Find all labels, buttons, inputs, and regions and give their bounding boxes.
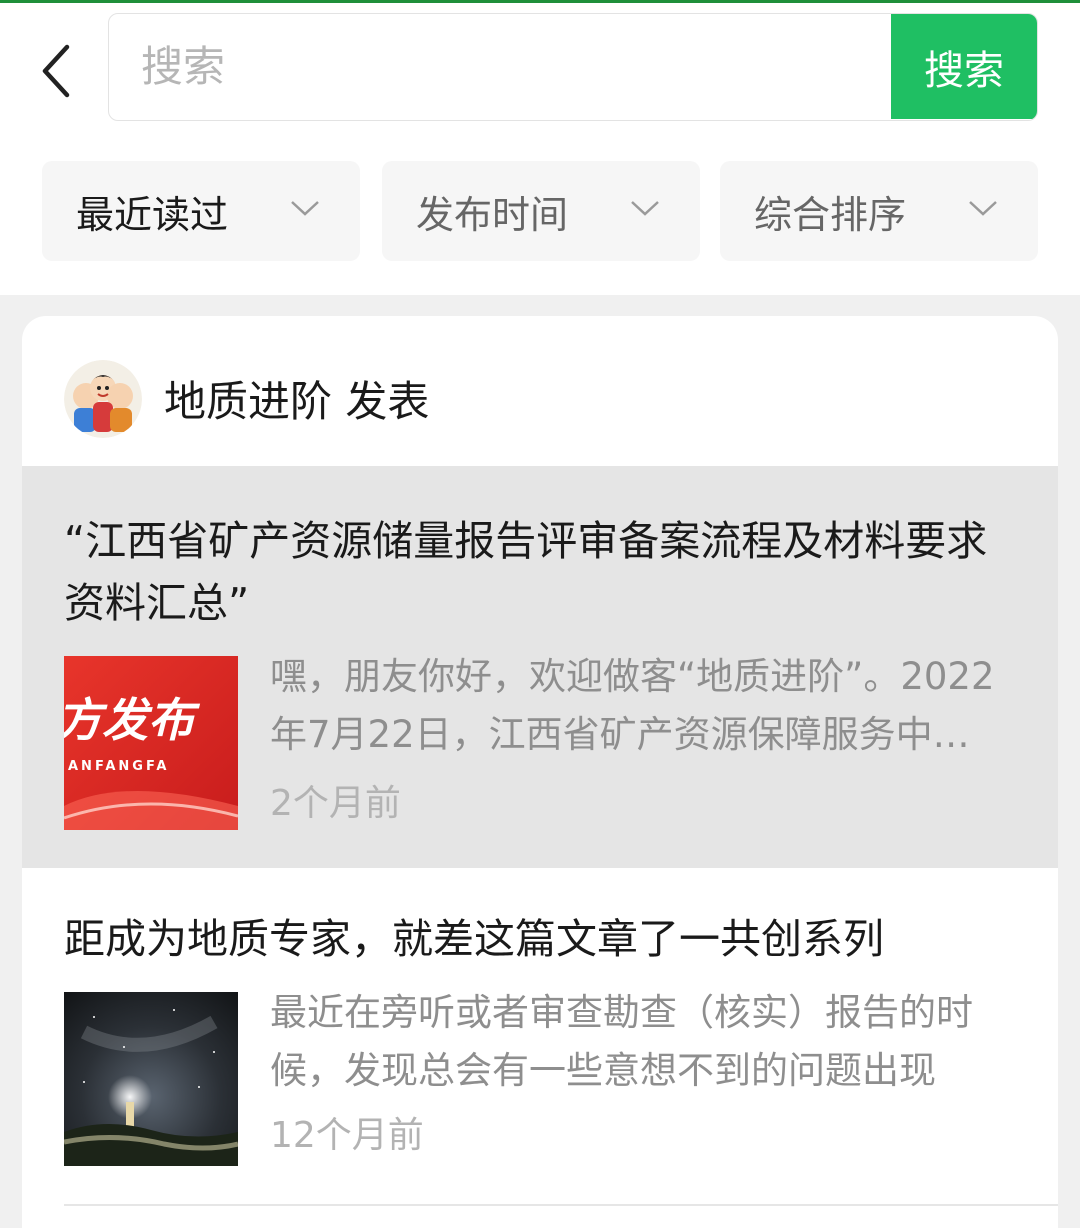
filter-publish-time[interactable]: 发布时间 — [382, 161, 700, 261]
result-card: 地质进阶 发表 “江西省矿产资源储量报告评审备案流程及材料要求资料汇总” 方发布… — [22, 316, 1058, 1228]
news-banner-image: 方发布 ANFANGFA — [64, 656, 238, 830]
article-summary: 最近在旁听或者审查勘查（核实）报告的时候，发现总会有一些意想不到的问题出现 — [270, 991, 973, 1092]
article-summary: 嘿，朋友你好，欢迎做客“地质进阶”。2022年7月22日，江西省矿产资源保障服务… — [270, 655, 995, 756]
article-thumbnail — [64, 992, 238, 1166]
article-title: 距成为地质专家，就差这篇文章了一共创系列 — [64, 915, 884, 963]
article-item[interactable]: “江西省矿产资源储量报告评审备案流程及材料要求资料汇总” 方发布 ANFANGF… — [22, 466, 1058, 868]
author-name: 地质进阶 发表 — [164, 377, 430, 426]
chevron-down-icon — [631, 201, 659, 216]
search-button[interactable]: 搜索 — [891, 14, 1037, 119]
search-header: 搜索 最近读过 发布时间 综合排序 — [0, 3, 1080, 295]
chevron-down-icon — [969, 201, 997, 216]
filter-bar: 最近读过 发布时间 综合排序 — [42, 161, 1038, 261]
back-button[interactable] — [28, 33, 84, 109]
article-title: “江西省矿产资源储量报告评审备案流程及材料要求资料汇总” — [64, 517, 988, 627]
svg-text:方发布: 方发布 — [64, 693, 201, 747]
filter-recently-read[interactable]: 最近读过 — [42, 161, 360, 261]
article-item[interactable]: 距成为地质专家，就差这篇文章了一共创系列 最近在旁听或者审查勘查（核实）报告的时… — [22, 868, 1058, 1208]
article-thumbnail: 方发布 ANFANGFA — [64, 656, 238, 830]
search-bar: 搜索 — [108, 13, 1038, 121]
avatar — [64, 360, 142, 438]
chevron-left-icon — [42, 44, 70, 98]
filter-sort[interactable]: 综合排序 — [720, 161, 1038, 261]
divider — [64, 1204, 1058, 1206]
filter-label: 综合排序 — [754, 192, 907, 237]
article-time: 12个月前 — [270, 1115, 424, 1156]
filter-label: 最近读过 — [76, 192, 229, 237]
night-sky-image — [64, 992, 238, 1166]
svg-text:ANFANGFA: ANFANGFA — [68, 759, 169, 774]
chevron-down-icon — [291, 201, 319, 216]
author-row[interactable]: 地质进阶 发表 — [22, 316, 1058, 466]
search-input[interactable] — [109, 14, 891, 119]
cartoon-avatar-icon — [64, 360, 142, 438]
filter-label: 发布时间 — [416, 192, 569, 237]
article-time: 2个月前 — [270, 783, 401, 824]
